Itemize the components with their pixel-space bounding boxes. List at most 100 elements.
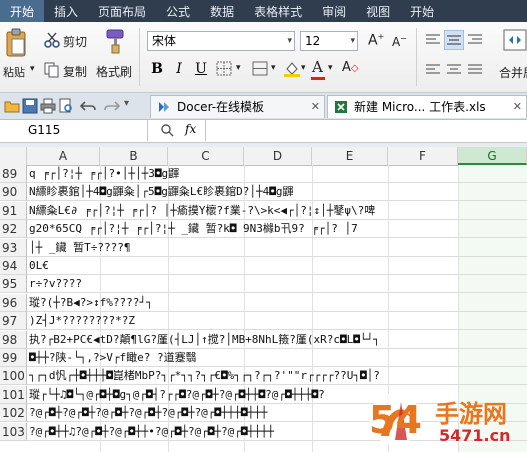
font-name-select[interactable]: 宋体 ▾: [147, 31, 295, 51]
row-header-101[interactable]: 101: [0, 386, 27, 404]
table-row[interactable]: │┼ _鑶 暂T÷????¶: [27, 239, 527, 257]
tab-docer[interactable]: Docer-在线模板 ✕: [150, 95, 325, 118]
italic-button[interactable]: I: [170, 59, 188, 79]
table-row[interactable]: g20*65CQ ╒┌│?¦┼ ╒┌│?¦┼ _鑶 暂?k◘ 9N3櫞b卂9? …: [27, 220, 527, 238]
table-row[interactable]: ┐┌┐d忛┌┼◘┼┼┼◘崑楮MbP?┐┌*┐┐?┐┌€◘%┐┌┐?┌┐?'""r…: [27, 367, 527, 385]
table-row[interactable]: r÷?v????: [27, 275, 527, 293]
copy-button[interactable]: 复制: [63, 63, 87, 80]
copy-icon[interactable]: [44, 62, 60, 78]
merge-center-icon[interactable]: [503, 28, 527, 52]
function-button[interactable]: fx: [185, 122, 196, 136]
merge-cells-icon[interactable]: [252, 61, 270, 77]
row-header-89[interactable]: 89: [0, 165, 27, 183]
clear-format-icon[interactable]: A◇: [342, 60, 359, 75]
column-header-f[interactable]: F: [388, 147, 458, 165]
chevron-down-icon[interactable]: ▾: [271, 63, 276, 73]
column-header-b[interactable]: B: [100, 147, 168, 165]
align-right-icon[interactable]: [466, 32, 484, 48]
chevron-down-icon: ▾: [350, 36, 355, 46]
row-header-94[interactable]: 94: [0, 257, 27, 275]
row-header-99[interactable]: 99: [0, 349, 27, 367]
row-header-95[interactable]: 95: [0, 275, 27, 293]
format-painter-button[interactable]: 格式刷: [96, 63, 132, 80]
undo-icon[interactable]: [80, 98, 96, 114]
row-header-102[interactable]: 102: [0, 404, 27, 422]
select-all-corner[interactable]: [0, 147, 27, 165]
table-row[interactable]: ◘┼┼?陕-└┐,?>V┌f瞰e? ?道蹇翳: [27, 349, 527, 367]
table-row[interactable]: 瑽?(┼?B◀?>↕f%????┘┐: [27, 294, 527, 312]
cut-button[interactable]: 剪切: [63, 33, 87, 50]
formula-input[interactable]: [205, 120, 527, 141]
align-middle-icon[interactable]: [445, 62, 463, 78]
table-row[interactable]: 执?┌B2+PC€◀tD?顛¶lG?厪(┤LJ│↑搅?│MB+8NhL籡?厪(x…: [27, 331, 527, 349]
menu-start[interactable]: 开始: [400, 0, 444, 22]
chevron-down-icon[interactable]: ▾: [236, 63, 241, 73]
row-header-92[interactable]: 92: [0, 220, 27, 238]
font-color-icon[interactable]: A: [312, 58, 323, 76]
column-header-g[interactable]: G: [458, 147, 527, 165]
column-header-e[interactable]: E: [312, 147, 388, 165]
table-row[interactable]: N縹眕裹錧│┼4◘g鼲粂│┌5◘g鼲粂L€眕裹錧D?│┼4◘g鼲: [27, 183, 527, 201]
row-header-100[interactable]: 100: [0, 367, 27, 385]
table-row[interactable]: )Z┤J*????????*?Z: [27, 312, 527, 330]
row-header-90[interactable]: 90: [0, 183, 27, 201]
docer-icon: [159, 102, 169, 112]
paste-dropdown-icon[interactable]: ▾: [30, 64, 35, 74]
menu-page-layout[interactable]: 页面布局: [88, 0, 156, 22]
table-row[interactable]: q ╒┌│?¦┼ ╒┌│?•│┼│┼3◘g鼲: [27, 165, 527, 183]
column-header-c[interactable]: C: [168, 147, 244, 165]
align-left-icon[interactable]: [424, 62, 442, 78]
chevron-down-icon[interactable]: ▾: [328, 63, 333, 73]
border-icon[interactable]: [216, 61, 234, 77]
menu-formulas[interactable]: 公式: [156, 0, 200, 22]
watermark-logo: 54 手游网 5471.cn: [365, 388, 525, 450]
align-left-top-icon[interactable]: [424, 32, 442, 48]
shrink-font-icon[interactable]: A−: [392, 34, 407, 49]
menu-view[interactable]: 视图: [356, 0, 400, 22]
chevron-down-icon[interactable]: ▾: [301, 63, 306, 73]
zoom-icon[interactable]: [160, 123, 174, 140]
row-header-103[interactable]: 103: [0, 423, 27, 441]
name-box[interactable]: G115: [0, 120, 148, 141]
table-row[interactable]: N縹粂L€∂ ╒┌│?¦┼ ╒┌│? │┼瘉摸Y櫰?f業-?\>k<◀┌│?¦↕…: [27, 202, 527, 220]
print-preview-icon[interactable]: [58, 98, 74, 114]
table-row[interactable]: 0L€: [27, 257, 527, 275]
redo-icon[interactable]: [104, 98, 120, 114]
column-header-d[interactable]: D: [244, 147, 312, 165]
close-icon[interactable]: ✕: [513, 96, 522, 118]
menu-home[interactable]: 开始: [0, 0, 45, 22]
row-header-97[interactable]: 97: [0, 312, 27, 330]
row-header-98[interactable]: 98: [0, 331, 27, 349]
folder-icon[interactable]: [4, 98, 20, 114]
menu-insert[interactable]: 插入: [44, 0, 88, 22]
document-tab-strip: ▾ Docer-在线模板 ✕ 新建 Micro... 工作表.xls ✕: [0, 93, 527, 120]
chevron-down-icon: ▾: [287, 36, 292, 46]
fill-color-icon[interactable]: [283, 60, 301, 78]
align-center-icon[interactable]: [444, 30, 464, 50]
ribbon: 粘贴 ▾ 剪切 复制 格式刷 宋体 ▾ 12 ▾ A+ A− B I U ▾ ▾: [0, 22, 527, 93]
cut-icon[interactable]: [44, 32, 60, 48]
format-painter-icon[interactable]: [103, 28, 127, 54]
row-header-96[interactable]: 96: [0, 294, 27, 312]
tab-workbook[interactable]: 新建 Micro... 工作表.xls ✕: [327, 95, 527, 118]
menu-data[interactable]: 数据: [200, 0, 244, 22]
bold-button[interactable]: B: [148, 59, 166, 79]
menu-review[interactable]: 审阅: [312, 0, 356, 22]
chevron-down-icon[interactable]: ▾: [124, 98, 129, 109]
font-size-select[interactable]: 12 ▾: [300, 31, 358, 51]
underline-button[interactable]: U: [192, 59, 210, 79]
paste-icon[interactable]: [4, 28, 28, 58]
excel-icon: [335, 101, 347, 113]
close-icon[interactable]: ✕: [311, 96, 320, 118]
paste-button[interactable]: 粘贴: [3, 64, 25, 80]
column-header-a[interactable]: A: [27, 147, 100, 165]
row-header-91[interactable]: 91: [0, 202, 27, 220]
font-size-value: 12: [305, 34, 321, 48]
justify-icon[interactable]: [466, 62, 484, 78]
merge-center-button[interactable]: 合并居: [499, 64, 527, 81]
row-header-93[interactable]: 93: [0, 239, 27, 257]
grow-font-icon[interactable]: A+: [368, 32, 384, 49]
print-icon[interactable]: [40, 98, 56, 114]
menu-table-style[interactable]: 表格样式: [244, 0, 312, 22]
save-icon[interactable]: [22, 98, 38, 114]
